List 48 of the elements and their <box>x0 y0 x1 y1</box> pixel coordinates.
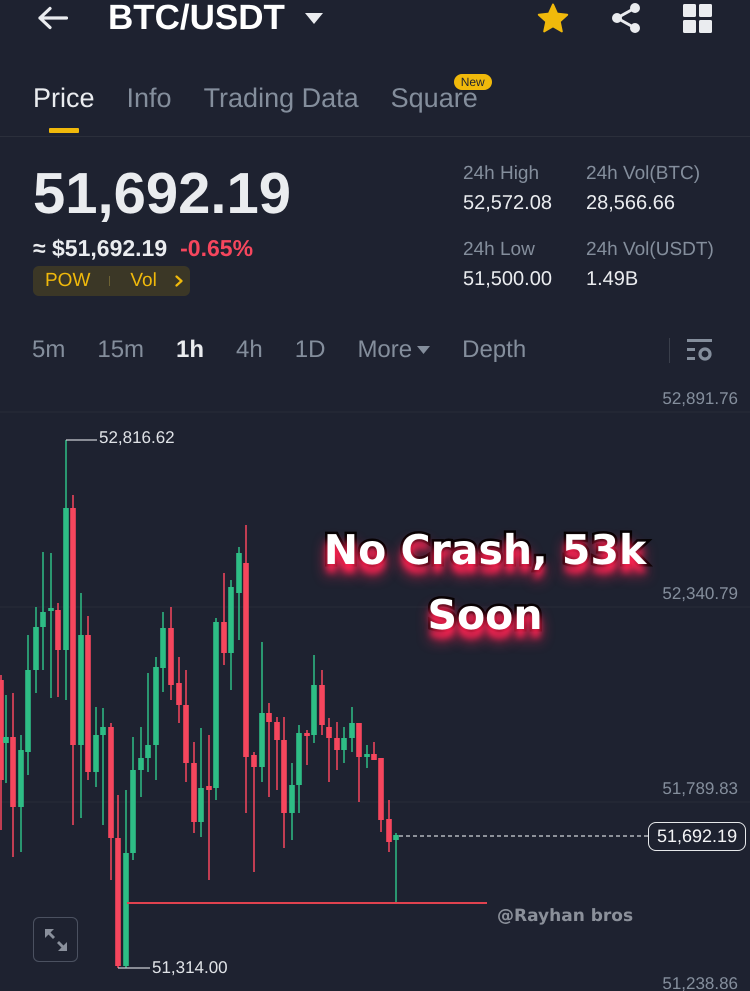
stat-value: 51,500.00 <box>463 267 553 291</box>
interval-tab[interactable]: 1h <box>176 335 204 365</box>
stat-label: 24h High <box>463 162 540 186</box>
low-price-label: 51,314.00 <box>152 960 228 976</box>
tag-chip[interactable]: POW Vol <box>33 266 190 296</box>
tab[interactable]: Price <box>33 81 95 133</box>
axis-label: 52,891.76 <box>662 392 738 406</box>
selected-indicator <box>48 128 79 133</box>
stat-label: 24h Low <box>463 238 536 262</box>
expand-icon <box>44 928 68 952</box>
leader-line <box>66 439 97 441</box>
interval-tab[interactable]: 1D <box>294 335 326 365</box>
axis-label: 51,789.83 <box>662 782 738 796</box>
caret-icon <box>304 12 323 24</box>
tab[interactable]: Trading Data <box>204 81 359 133</box>
tab[interactable]: Info <box>126 81 172 133</box>
price-change: -0.65% <box>180 234 254 262</box>
tab[interactable]: Square New <box>390 71 492 133</box>
interval-tab[interactable]: 15m <box>97 335 144 365</box>
fiat-price: ≈ $51,692.19 <box>33 234 168 262</box>
chevron-icon <box>174 275 183 287</box>
new-badge: New <box>454 74 492 90</box>
star-icon[interactable] <box>537 2 569 34</box>
high-price-label: 52,816.62 <box>99 430 175 446</box>
caption-text: Soon <box>427 590 543 640</box>
chart-settings-icon[interactable] <box>687 338 712 362</box>
stat-value: 1.49B <box>586 267 640 291</box>
interval-tab[interactable]: 5m <box>32 335 66 365</box>
leader-line <box>118 967 150 969</box>
credit-text: @Rayhan bros <box>497 906 634 926</box>
caret-icon <box>417 346 430 354</box>
stat-label: 24h Vol(BTC) <box>586 162 702 186</box>
last-price: 51,692.19 <box>33 161 292 227</box>
axis-label: 52,340.79 <box>662 587 738 601</box>
share-icon[interactable] <box>611 3 641 33</box>
back-icon[interactable] <box>37 6 68 30</box>
more-dropdown[interactable]: More <box>357 335 430 365</box>
pair-selector[interactable]: BTC/USDT <box>108 0 323 36</box>
grid-icon[interactable] <box>683 4 712 32</box>
stat-value: 28,566.66 <box>586 191 676 215</box>
view-tab[interactable]: Depth <box>462 335 526 365</box>
stat-value: 52,572.08 <box>463 191 553 215</box>
stat-label: 24h Vol(USDT) <box>586 238 714 262</box>
expand-button[interactable] <box>33 917 78 962</box>
last-price-tag: 51,692.19 <box>648 822 746 851</box>
caption-text: No Crash, 53k <box>324 525 646 575</box>
axis-label: 51,238.86 <box>662 977 738 991</box>
interval-tab[interactable]: 4h <box>236 335 263 365</box>
